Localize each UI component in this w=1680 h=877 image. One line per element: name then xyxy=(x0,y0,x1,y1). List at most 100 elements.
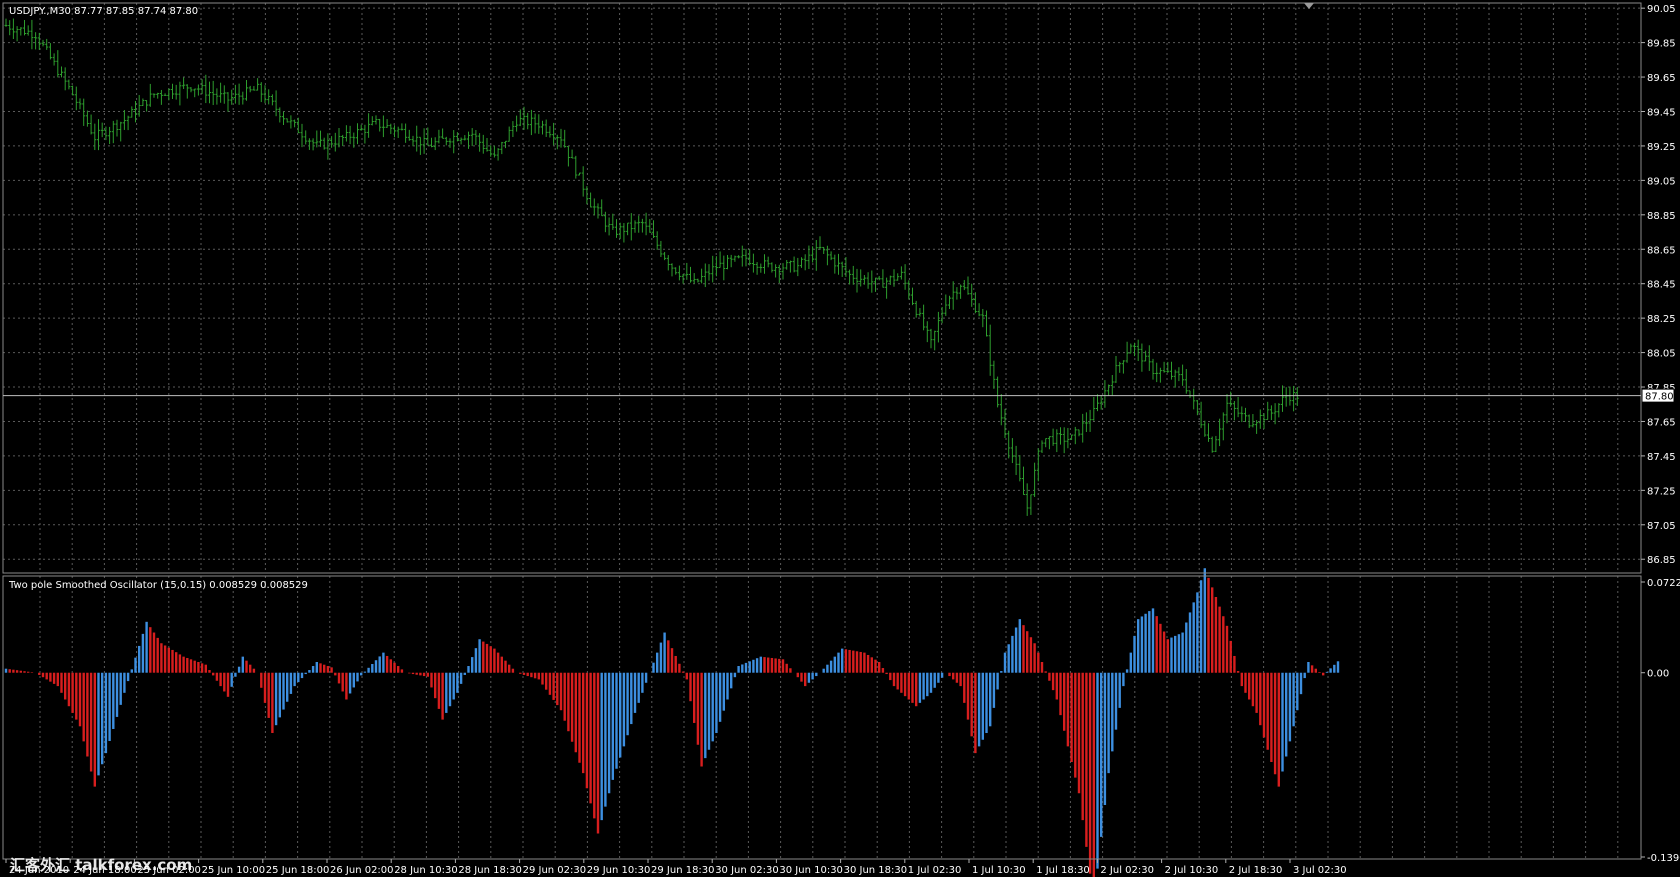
oscillator-panel-frame xyxy=(2,575,1642,860)
price-bar xyxy=(1232,401,1236,421)
price-bar xyxy=(533,113,537,134)
price-bar xyxy=(315,130,319,148)
price-bar xyxy=(1195,400,1199,416)
price-bar xyxy=(529,109,533,136)
price-bar xyxy=(11,18,15,39)
price-bar xyxy=(1188,390,1192,398)
price-bar xyxy=(404,123,408,143)
price-bar xyxy=(851,265,855,285)
time-axis-label: 3 Jul 02:30 xyxy=(1293,865,1347,876)
price-bar xyxy=(800,257,803,268)
price-bar xyxy=(237,83,241,105)
price-bar xyxy=(256,78,260,91)
price-bar xyxy=(1103,380,1107,408)
price-bar xyxy=(829,251,833,261)
price-bar xyxy=(925,321,929,343)
price-bar xyxy=(781,263,785,280)
price-bar xyxy=(1155,362,1159,383)
price-bar xyxy=(1173,369,1177,388)
price-bar xyxy=(1066,427,1070,449)
price-bar xyxy=(600,199,604,217)
price-bar xyxy=(903,264,907,290)
time-axis-label: 25 Jun 10:00 xyxy=(202,865,266,876)
price-bar xyxy=(814,239,818,271)
price-bar xyxy=(1214,435,1218,453)
price-bar xyxy=(803,254,807,271)
price-bar xyxy=(252,86,256,91)
price-bar xyxy=(1258,409,1262,429)
price-bar xyxy=(537,114,541,134)
price-bar xyxy=(552,122,556,146)
price-bar xyxy=(936,311,940,343)
price-bar xyxy=(726,255,729,270)
price-bar xyxy=(48,43,52,60)
price-bar xyxy=(119,121,123,142)
price-bar xyxy=(1199,401,1203,429)
price-axis-label: 89.05 xyxy=(1647,176,1676,187)
price-bar xyxy=(1281,385,1284,412)
current-price-label: 87.80 xyxy=(1645,392,1674,403)
price-bar xyxy=(652,220,655,238)
price-bar xyxy=(330,136,334,148)
price-bar xyxy=(881,269,885,288)
price-bar xyxy=(866,272,870,289)
price-axis-label: 88.05 xyxy=(1647,349,1676,360)
price-bar xyxy=(1033,462,1037,498)
price-bar xyxy=(1096,394,1099,412)
price-axis-label: 89.45 xyxy=(1647,107,1676,118)
price-bar xyxy=(1007,430,1011,459)
price-bar xyxy=(515,115,519,132)
price-bar xyxy=(1059,427,1062,445)
price-bar xyxy=(478,133,482,152)
price-axis-label: 87.45 xyxy=(1647,452,1676,463)
price-bar xyxy=(892,269,896,287)
price-bar xyxy=(874,277,877,292)
price-bar xyxy=(581,166,585,197)
price-bar xyxy=(607,217,611,236)
price-bar xyxy=(899,266,903,280)
price-bar xyxy=(344,125,348,142)
price-axis-label: 88.45 xyxy=(1647,280,1676,291)
price-bar xyxy=(437,129,441,144)
price-bar xyxy=(570,149,574,159)
price-bar xyxy=(737,255,741,259)
price-bar xyxy=(637,215,641,233)
price-bar xyxy=(389,123,393,135)
price-bar xyxy=(200,79,204,95)
price-bar xyxy=(267,89,271,105)
price-bar xyxy=(648,219,652,233)
price-bar xyxy=(1029,494,1033,515)
price-bar xyxy=(204,74,208,104)
price-bar xyxy=(1107,384,1111,396)
price-bar xyxy=(1114,355,1118,383)
price-bar xyxy=(822,246,826,255)
price-bar xyxy=(385,119,389,128)
price-bar xyxy=(944,294,948,316)
price-bar xyxy=(563,129,567,148)
price-bar xyxy=(796,257,800,277)
price-bar xyxy=(626,222,630,236)
scroll-marker-icon[interactable] xyxy=(1304,3,1314,9)
price-bar xyxy=(1203,420,1207,437)
price-bar xyxy=(877,276,881,281)
price-bar xyxy=(441,128,445,139)
price-bar xyxy=(992,360,996,389)
trading-chart[interactable]: 90.05 89.85 89.65 89.45 89.25 89.05 88.85 88.65… xyxy=(0,0,1680,877)
price-bar xyxy=(1133,342,1136,357)
price-bar xyxy=(918,308,922,317)
price-bar xyxy=(1140,343,1144,372)
price-bar xyxy=(526,112,530,130)
price-bar xyxy=(655,231,659,250)
price-bar xyxy=(959,284,963,299)
price-bar xyxy=(544,119,548,137)
price-bar xyxy=(1110,374,1114,396)
price-bar xyxy=(37,32,41,50)
time-axis-label: 29 Jun 18:30 xyxy=(651,865,715,876)
price-bar xyxy=(1221,412,1225,441)
price-bar xyxy=(1088,409,1092,432)
price-bar xyxy=(341,134,345,147)
price-bar xyxy=(196,84,200,96)
price-axis-label: 87.65 xyxy=(1647,417,1676,428)
price-bar xyxy=(1284,387,1288,407)
price-bar xyxy=(448,138,452,148)
